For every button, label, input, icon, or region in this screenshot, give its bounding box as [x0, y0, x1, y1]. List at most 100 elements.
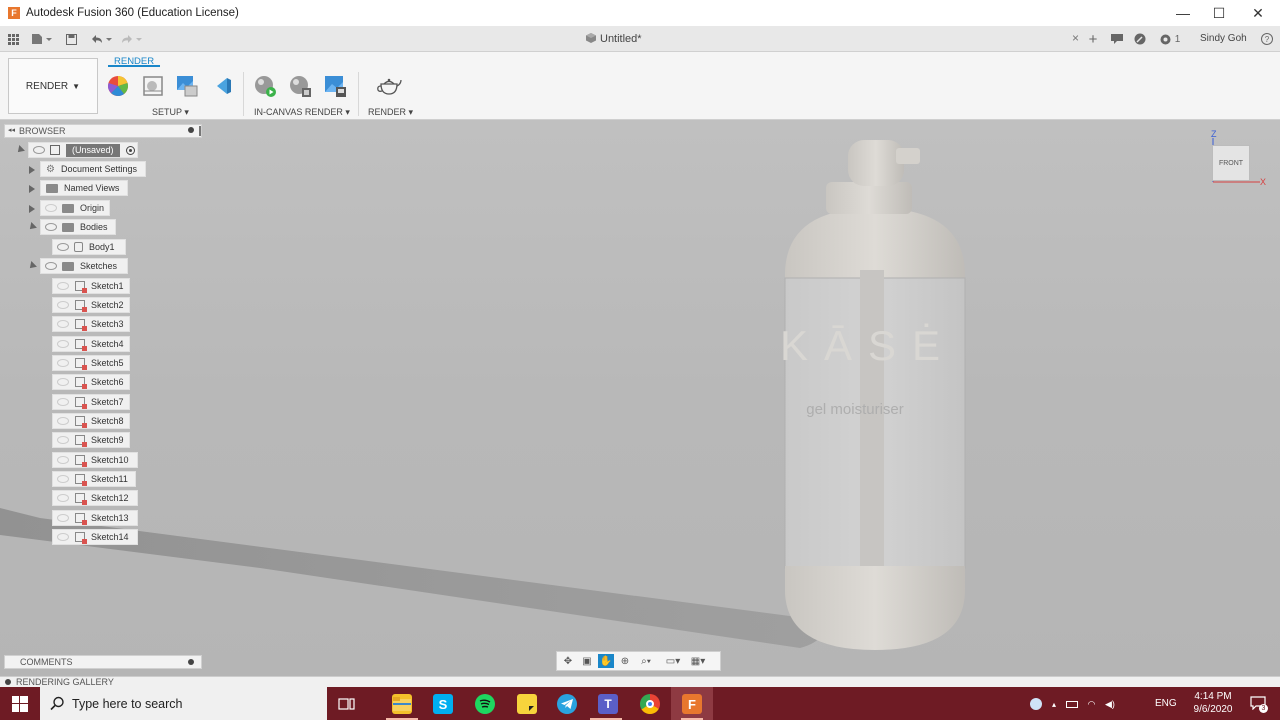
appearance-icon[interactable] — [106, 74, 130, 98]
orbit-icon[interactable]: ✥ — [560, 654, 576, 668]
activate-radio-icon[interactable] — [125, 145, 135, 155]
tab-close-icon[interactable]: × — [1072, 31, 1079, 45]
document-tab[interactable]: Untitled* × — [575, 26, 1085, 52]
setup-group-label[interactable]: SETUP ▾ — [152, 107, 189, 118]
visibility-eye-icon[interactable] — [57, 494, 69, 502]
display-settings-icon[interactable]: ▭▾ — [662, 654, 684, 668]
visibility-eye-icon[interactable] — [57, 359, 69, 367]
undo-icon[interactable] — [88, 31, 114, 47]
tree-item-sketch[interactable]: Sketch6 — [52, 374, 130, 390]
visibility-eye-icon[interactable] — [57, 417, 69, 425]
maximize-button[interactable]: ☐ — [1199, 0, 1239, 26]
tree-item-sketch[interactable]: Sketch7 — [52, 394, 130, 410]
tree-item-sketch[interactable]: Sketch10 — [52, 452, 138, 468]
language-indicator[interactable]: ENG — [1155, 698, 1177, 709]
visibility-eye-icon[interactable] — [57, 436, 69, 444]
tree-item-sketch[interactable]: Sketch13 — [52, 510, 138, 526]
tree-item-document-settings[interactable]: ⚙ Document Settings — [40, 161, 146, 177]
visibility-eye-icon[interactable] — [45, 204, 57, 212]
task-view-icon[interactable] — [338, 696, 356, 715]
gallery-toggle-icon[interactable] — [5, 679, 11, 685]
viewcube-front-face[interactable]: FRONT — [1212, 145, 1250, 181]
decal-icon[interactable] — [211, 74, 235, 98]
job-status-icon[interactable]: 1 — [1158, 31, 1182, 47]
tree-item-sketch[interactable]: Sketch8 — [52, 413, 130, 429]
tree-item-body1[interactable]: Body1 — [52, 239, 126, 255]
fit-zoom-icon[interactable]: ⌕▾ — [636, 654, 656, 668]
in-canvas-render-start-icon[interactable] — [253, 74, 277, 98]
capture-image-icon[interactable] — [323, 74, 347, 98]
render-group-label[interactable]: RENDER ▾ — [368, 107, 413, 118]
viewport-canvas[interactable]: KĀSĖ gel moisturiser — [0, 120, 1280, 676]
new-tab-plus-icon[interactable]: + — [1086, 31, 1100, 48]
tree-item-sketch[interactable]: Sketch14 — [52, 529, 138, 545]
visibility-eye-icon[interactable] — [57, 533, 69, 541]
tree-item-sketch[interactable]: Sketch9 — [52, 432, 130, 448]
collapse-arrows-icon[interactable]: ◂◂ — [8, 126, 15, 134]
tree-item-bodies[interactable]: Bodies — [40, 219, 116, 235]
tree-item-sketch[interactable]: Sketch1 — [52, 278, 130, 294]
tree-item-sketch[interactable]: Sketch12 — [52, 490, 138, 506]
fusion360-taskbar-icon[interactable]: F — [682, 694, 702, 714]
look-at-icon[interactable]: ▣ — [579, 654, 595, 668]
minimize-button[interactable]: — — [1163, 0, 1203, 26]
tree-item-sketch[interactable]: Sketch5 — [52, 355, 130, 371]
spotify-icon[interactable] — [475, 694, 495, 714]
visibility-eye-icon[interactable] — [57, 320, 69, 328]
tree-item-sketch[interactable]: Sketch4 — [52, 336, 130, 352]
browser-panel-header[interactable]: ◂◂ BROWSER — [4, 124, 202, 138]
taskbar-search-box[interactable]: Type here to search — [40, 687, 327, 720]
visibility-eye-icon[interactable] — [33, 146, 45, 154]
visibility-eye-icon[interactable] — [57, 398, 69, 406]
visibility-eye-icon[interactable] — [57, 301, 69, 309]
telegram-icon[interactable] — [557, 694, 577, 714]
pan-hand-icon[interactable]: ✋ — [598, 654, 614, 668]
windows-start-icon[interactable] — [12, 696, 28, 715]
workspace-switcher[interactable]: RENDER ▼ — [8, 58, 98, 114]
visibility-eye-icon[interactable] — [57, 282, 69, 290]
file-menu-icon[interactable] — [30, 31, 54, 47]
tree-root-unsaved[interactable]: (Unsaved) — [28, 142, 138, 158]
browser-pin-icon[interactable] — [188, 127, 194, 133]
grid-settings-icon[interactable]: ▦▾ — [687, 654, 709, 668]
tray-icons[interactable]: ▴ ◜◝ ◀) — [1030, 697, 1140, 711]
data-panel-grid-icon[interactable] — [7, 31, 19, 47]
visibility-eye-icon[interactable] — [57, 243, 69, 251]
render-teapot-icon[interactable] — [376, 74, 402, 98]
chrome-icon[interactable] — [640, 694, 660, 714]
expand-arrow-origin[interactable] — [29, 205, 35, 213]
scene-settings-icon[interactable] — [141, 74, 165, 98]
redo-icon[interactable] — [118, 31, 144, 47]
visibility-eye-icon[interactable] — [57, 456, 69, 464]
teams-icon[interactable]: T — [598, 694, 618, 714]
in-canvas-render-settings-icon[interactable] — [288, 74, 312, 98]
visibility-eye-icon[interactable] — [45, 262, 57, 270]
extensions-icon[interactable] — [1133, 31, 1147, 47]
visibility-eye-icon[interactable] — [57, 514, 69, 522]
tree-item-sketch[interactable]: Sketch3 — [52, 316, 130, 332]
expand-arrow-named-views[interactable] — [29, 185, 35, 193]
tree-item-origin[interactable]: Origin — [40, 200, 110, 216]
skype-icon[interactable]: S — [433, 694, 453, 714]
comments-panel-header[interactable]: COMMENTS — [4, 655, 202, 669]
rendering-gallery-bar[interactable]: RENDERING GALLERY — [0, 676, 1280, 687]
zoom-icon[interactable]: ⊕ — [617, 654, 633, 668]
tree-item-sketches[interactable]: Sketches — [40, 258, 128, 274]
save-icon[interactable] — [64, 31, 78, 47]
tree-item-sketch[interactable]: Sketch2 — [52, 297, 130, 313]
visibility-eye-icon[interactable] — [57, 475, 69, 483]
sticky-notes-icon[interactable] — [517, 694, 537, 714]
visibility-eye-icon[interactable] — [57, 378, 69, 386]
notification-center-icon[interactable]: 3 — [1250, 696, 1268, 713]
tree-item-sketch[interactable]: Sketch11 — [52, 471, 136, 487]
visibility-eye-icon[interactable] — [45, 223, 57, 231]
clock[interactable]: 4:14 PM 9/6/2020 — [1190, 690, 1236, 716]
close-button[interactable]: ✕ — [1238, 0, 1278, 26]
expand-arrow-document-settings[interactable] — [29, 166, 35, 174]
visibility-eye-icon[interactable] — [57, 340, 69, 348]
comments-pin-icon[interactable] — [188, 659, 194, 665]
texture-map-icon[interactable] — [175, 74, 199, 98]
file-explorer-icon[interactable] — [392, 694, 412, 714]
notifications-icon[interactable] — [1110, 31, 1124, 47]
help-icon[interactable]: ? — [1260, 31, 1274, 47]
